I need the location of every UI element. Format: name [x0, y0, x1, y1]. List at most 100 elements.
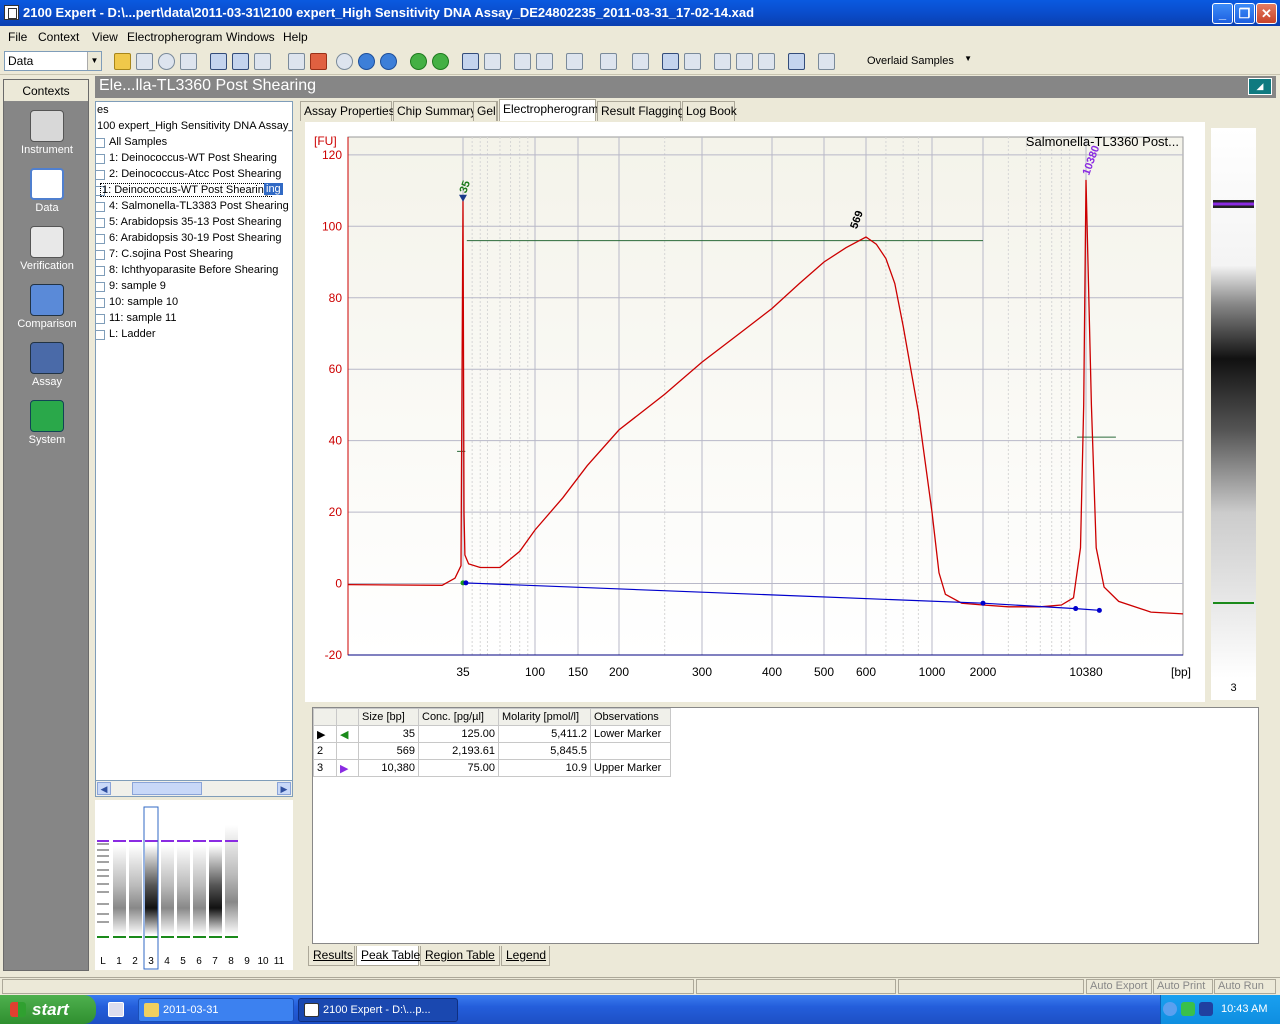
table-row[interactable]: ▶ ◀ 35 125.00 5,411.2 Lower Marker — [313, 725, 671, 743]
checkbox-icon[interactable] — [96, 170, 105, 180]
zoom-out-icon[interactable] — [536, 53, 553, 70]
hand-tool-icon[interactable] — [600, 53, 617, 70]
minimize-button[interactable]: _ — [1212, 3, 1233, 24]
context-system[interactable]: System — [4, 396, 90, 452]
ie-quicklaunch-icon[interactable] — [108, 1002, 124, 1017]
context-instrument[interactable]: Instrument — [4, 106, 90, 162]
zoom-in-icon[interactable] — [514, 53, 531, 70]
tree-item[interactable]: es — [96, 103, 292, 118]
menu-help[interactable]: Help — [283, 30, 308, 44]
table-icon[interactable] — [714, 53, 731, 70]
context-verification[interactable]: Verification — [4, 222, 90, 278]
tree-horizontal-scrollbar[interactable]: ◀ ▶ — [95, 780, 293, 797]
overlay-samples-dropdown[interactable]: Overlaid Samples ▼ — [862, 51, 974, 71]
checkbox-icon[interactable] — [96, 154, 105, 164]
gel-thumbnail[interactable]: L 1 2 3 4 5 6 7 8 9 10 11 — [95, 800, 293, 970]
dropdown-arrow-icon[interactable]: ▼ — [964, 54, 972, 63]
edit-selection[interactable]: ing — [264, 183, 283, 195]
electropherogram-view-icon[interactable] — [310, 53, 327, 70]
tree-item-ladder[interactable]: L: Ladder — [96, 327, 292, 342]
tree-item-sample[interactable]: 1: Deinococcus-WT Post Shearing — [96, 151, 292, 166]
tree-item-all-samples[interactable]: All Samples — [96, 135, 292, 150]
tab-gel[interactable]: Gel — [473, 101, 497, 121]
electropherogram-panel[interactable]: -20 0 20 40 60 80 100 120 35 100 150 200 300 400 500 60… — [305, 122, 1205, 702]
tree-item-sample-selected[interactable]: 1: Deinococcus-WT Post Shearing ing — [96, 183, 292, 198]
menu-view[interactable]: View — [92, 30, 118, 44]
tab-electropherogram[interactable]: Electropherogram — [499, 99, 598, 121]
chart-icon[interactable] — [788, 53, 805, 70]
marker-icon[interactable] — [632, 53, 649, 70]
tree-item-sample[interactable]: 10: sample 10 — [96, 295, 292, 310]
screen-icon[interactable] — [736, 53, 753, 70]
overlay-icon[interactable] — [662, 53, 679, 70]
tree-item-sample[interactable]: 6: Arabidopsis 30-19 Post Shearing — [96, 231, 292, 246]
table-row[interactable]: 3 ▶ 10,380 75.00 10.9 Upper Marker — [313, 759, 671, 777]
cd-icon[interactable] — [158, 53, 175, 70]
context-comparison[interactable]: Comparison — [4, 280, 90, 336]
stop-icon[interactable] — [380, 53, 397, 70]
checkbox-icon[interactable] — [96, 298, 105, 308]
properties-icon[interactable] — [232, 53, 249, 70]
lane-view-icon[interactable] — [254, 53, 271, 70]
tree-item-sample[interactable]: 2: Deinococcus-Atcc Post Shearing — [96, 167, 292, 182]
tab-log-book[interactable]: Log Book — [682, 101, 737, 121]
tab-peak-table[interactable]: Peak Table — [356, 946, 420, 966]
menu-windows[interactable]: Windows — [226, 30, 275, 44]
back-arrow-icon[interactable] — [410, 53, 427, 70]
scroll-right-icon[interactable]: ▶ — [277, 782, 291, 795]
tray-network-icon[interactable] — [1199, 1002, 1213, 1016]
tab-results[interactable]: Results — [308, 946, 355, 966]
tab-assay-properties[interactable]: Assay Properties — [300, 101, 395, 121]
tree-item-sample[interactable]: 9: sample 9 — [96, 279, 292, 294]
maximize-button[interactable]: ❐ — [1234, 3, 1255, 24]
table-row[interactable]: 2 569 2,193.61 5,845.5 — [313, 742, 671, 760]
scroll-thumb[interactable] — [132, 782, 202, 795]
tray-security-icon[interactable] — [1181, 1002, 1195, 1016]
gel-view-icon[interactable] — [288, 53, 305, 70]
checkbox-icon[interactable] — [96, 314, 105, 324]
right-scrollbar[interactable] — [1265, 98, 1275, 698]
forward-arrow-icon[interactable] — [432, 53, 449, 70]
grid-view-icon[interactable] — [484, 53, 501, 70]
start-button[interactable]: start — [0, 995, 96, 1024]
menu-electropherogram[interactable]: Electropherogram — [127, 30, 222, 44]
menu-file[interactable]: File — [8, 30, 27, 44]
tree-item-sample[interactable]: 7: C.sojina Post Shearing — [96, 247, 292, 262]
single-view-icon[interactable] — [462, 53, 479, 70]
checkbox-icon[interactable] — [96, 218, 105, 228]
tab-result-flagging[interactable]: Result Flagging — [597, 101, 684, 121]
print-icon[interactable] — [180, 53, 197, 70]
checkbox-icon[interactable] — [96, 266, 105, 276]
scroll-left-icon[interactable]: ◀ — [97, 782, 111, 795]
checkbox-icon[interactable] — [96, 138, 105, 148]
tree-item[interactable]: 100 expert_High Sensitivity DNA Assay_ — [96, 119, 292, 134]
open-folder-icon[interactable] — [114, 53, 131, 70]
checkbox-icon[interactable] — [96, 250, 105, 260]
tree-item-sample[interactable]: 5: Arabidopsis 35-13 Post Shearing — [96, 215, 292, 230]
axis-icon[interactable] — [818, 53, 835, 70]
pause-icon[interactable] — [358, 53, 375, 70]
windows-icon[interactable] — [758, 53, 775, 70]
checkbox-icon[interactable] — [96, 234, 105, 244]
checkbox-icon[interactable] — [96, 282, 105, 292]
electropherogram-chart[interactable]: -20 0 20 40 60 80 100 120 35 100 150 200 300 400 500 60… — [305, 122, 1205, 702]
taskbar-item-2100-expert[interactable]: 2100 Expert - D:\...p... — [298, 998, 458, 1022]
checkbox-icon[interactable] — [96, 330, 105, 340]
save-icon[interactable] — [136, 53, 153, 70]
tree-item-sample[interactable]: 11: sample 11 — [96, 311, 292, 326]
tree-item-sample[interactable]: 8: Ichthyoparasite Before Shearing — [96, 263, 292, 278]
context-data[interactable]: Data — [4, 164, 90, 220]
checkbox-icon[interactable] — [96, 202, 105, 212]
play-icon[interactable] — [336, 53, 353, 70]
menu-context[interactable]: Context — [38, 30, 79, 44]
tab-legend[interactable]: Legend — [501, 946, 550, 966]
context-select[interactable]: Data ▼ — [4, 51, 102, 71]
tray-arrow-icon[interactable] — [1163, 1002, 1177, 1016]
peak-tool-icon[interactable] — [566, 53, 583, 70]
dropdown-arrow-icon[interactable]: ▼ — [87, 52, 101, 70]
tab-region-table[interactable]: Region Table — [420, 946, 500, 966]
pane-corner-icon[interactable]: ◢ — [1248, 78, 1272, 95]
context-assay[interactable]: Assay — [4, 338, 90, 394]
tree-view-icon[interactable] — [210, 53, 227, 70]
close-button[interactable]: ✕ — [1256, 3, 1277, 24]
